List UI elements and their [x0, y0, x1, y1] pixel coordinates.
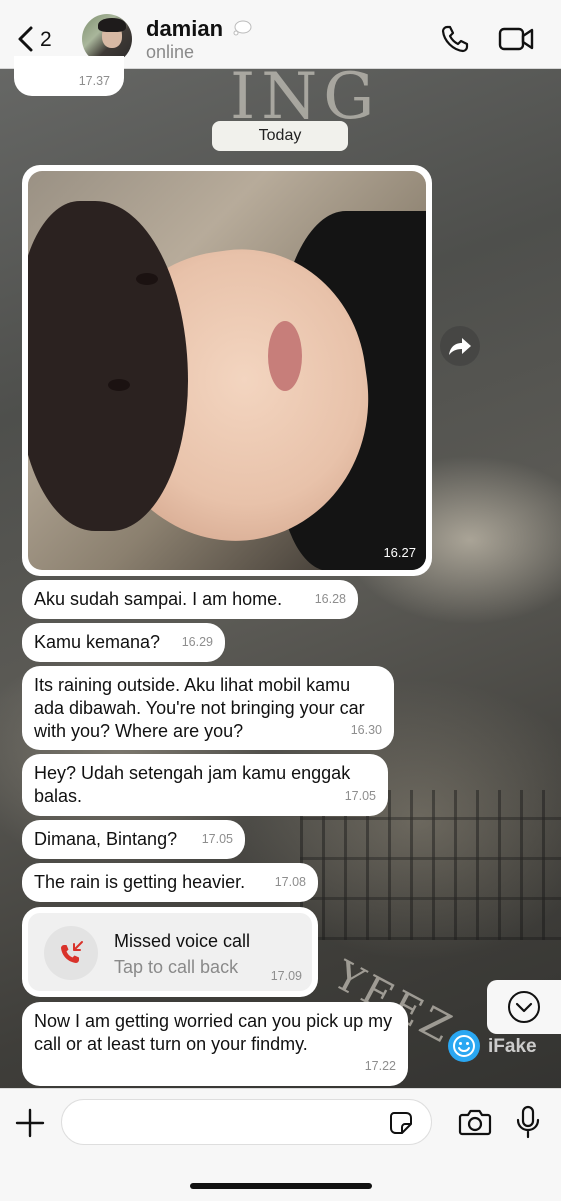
message-time: 17.05	[201, 832, 233, 846]
photo-message[interactable]: 16.27	[22, 165, 432, 576]
message-text: Aku sudah sampai. I am home.	[34, 589, 283, 609]
photo-image[interactable]: 16.27	[28, 171, 426, 570]
missed-call-card[interactable]: Missed voice call Tap to call back 17.09	[28, 913, 312, 991]
video-camera-icon[interactable]	[498, 26, 534, 52]
forward-button[interactable]	[440, 326, 480, 366]
camera-icon[interactable]	[458, 1107, 492, 1137]
back-chevron-icon[interactable]	[12, 24, 42, 54]
date-separator: Today	[212, 121, 348, 151]
message-time: 17.05	[344, 789, 376, 803]
thought-bubble-icon	[233, 20, 252, 36]
sticker-icon[interactable]	[389, 1111, 413, 1135]
message-time: 17.37	[78, 74, 110, 88]
message-time: 17.22	[364, 1059, 396, 1073]
message-bubble[interactable]: The rain is getting heavier. 17.08	[22, 863, 318, 902]
message-text: Hey? Udah setengah jam kamu enggak balas…	[34, 763, 351, 806]
message-time: 17.08	[274, 875, 306, 889]
chevron-down-icon	[508, 991, 540, 1023]
smiley-icon	[448, 1030, 480, 1062]
call-back-link[interactable]: Tap to call back	[114, 957, 238, 978]
message-input[interactable]	[61, 1099, 432, 1145]
home-indicator[interactable]	[190, 1183, 372, 1189]
message-text: The rain is getting heavier.	[34, 872, 246, 892]
message-text: Now I am getting worried can you pick up…	[34, 1011, 393, 1054]
message-bubble[interactable]: Its raining outside. Aku lihat mobil kam…	[22, 666, 394, 750]
missed-call-title: Missed voice call	[114, 931, 251, 951]
message-time: 16.30	[350, 723, 382, 737]
contact-name[interactable]: damian	[146, 16, 223, 42]
phone-icon[interactable]	[440, 24, 470, 54]
contact-status: online	[146, 42, 195, 62]
message-time: 16.27	[383, 545, 416, 560]
message-time: 16.28	[314, 592, 346, 606]
plus-icon[interactable]	[14, 1107, 46, 1139]
unread-count[interactable]: 2	[40, 28, 52, 52]
message-time: 16.29	[181, 635, 213, 649]
microphone-icon[interactable]	[514, 1105, 542, 1139]
missed-call-icon	[44, 926, 98, 980]
message-text: Its raining outside. Aku lihat mobil kam…	[34, 675, 365, 741]
message-bubble[interactable]: Kamu kemana? 16.29	[22, 623, 225, 662]
missed-call-bubble[interactable]: Missed voice call Tap to call back 17.09	[22, 907, 318, 997]
message-bubble[interactable]: Dimana, Bintang? 17.05	[22, 820, 245, 859]
watermark-text: iFake	[488, 1036, 537, 1057]
message-bubble[interactable]: Aku sudah sampai. I am home. 16.28	[22, 580, 358, 619]
scroll-to-bottom-button[interactable]	[487, 980, 561, 1034]
message-bubble[interactable]: 17.37	[14, 56, 124, 96]
message-bubble[interactable]: Now I am getting worried can you pick up…	[22, 1002, 408, 1086]
forward-arrow-icon	[449, 338, 471, 355]
message-text: Dimana, Bintang?	[34, 829, 178, 849]
message-text: Kamu kemana?	[34, 632, 161, 652]
message-bubble[interactable]: Hey? Udah setengah jam kamu enggak balas…	[22, 754, 388, 816]
message-time: 17.09	[270, 969, 302, 983]
